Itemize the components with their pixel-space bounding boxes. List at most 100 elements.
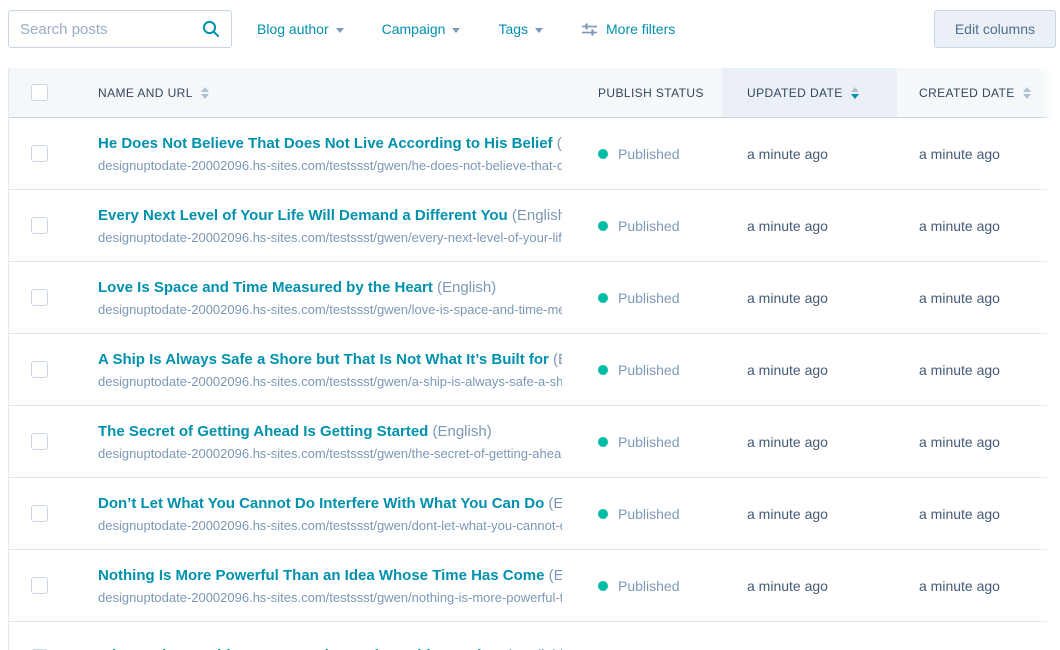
post-title-link[interactable]: Every Next Level of Your Life Will Deman… <box>98 207 508 224</box>
row-checkbox[interactable] <box>31 361 48 378</box>
updated-date-cell: a minute ago <box>722 362 897 378</box>
publish-status-label: Published <box>618 362 680 378</box>
column-header-publish-status: PUBLISH STATUS <box>576 68 722 117</box>
blog-posts-page: Blog author Campaign Tags <box>0 0 1060 650</box>
created-date-cell: a minute ago <box>897 218 1053 234</box>
publish-status-cell: Published <box>576 290 722 306</box>
publish-status-cell: Published <box>576 362 722 378</box>
table-row: Who Looks Outside, Dreams, Who Looks Ins… <box>9 622 1051 650</box>
row-checkbox[interactable] <box>31 217 48 234</box>
row-checkbox[interactable] <box>31 433 48 450</box>
post-language-label: (Eng... <box>549 351 562 368</box>
publish-status-cell: Published <box>576 146 722 162</box>
post-url: designuptodate-20002096.hs-sites.com/tes… <box>98 373 562 390</box>
column-header-updated-date[interactable]: UPDATED DATE <box>722 68 897 117</box>
table-row: Every Next Level of Your Life Will Deman… <box>9 190 1051 262</box>
chevron-down-icon <box>336 28 344 33</box>
chevron-down-icon <box>535 28 543 33</box>
campaign-label: Campaign <box>382 21 446 37</box>
campaign-dropdown[interactable]: Campaign <box>382 21 461 37</box>
post-language-label: (En... <box>544 567 562 584</box>
created-date-cell: a minute ago <box>897 434 1053 450</box>
post-url: designuptodate-20002096.hs-sites.com/tes… <box>98 301 562 318</box>
sort-arrows-icon[interactable] <box>851 87 859 99</box>
tags-dropdown[interactable]: Tags <box>498 21 543 37</box>
publish-status-label: Published <box>618 146 680 162</box>
column-header-label: CREATED DATE <box>919 86 1015 100</box>
row-checkbox-cell <box>9 361 73 378</box>
sort-arrows-icon[interactable] <box>201 87 209 99</box>
search-icon[interactable] <box>202 20 231 38</box>
post-title-link[interactable]: The Secret of Getting Ahead Is Getting S… <box>98 423 428 440</box>
name-url-cell: The Secret of Getting Ahead Is Getting S… <box>73 422 576 462</box>
created-date-cell: a minute ago <box>897 578 1053 594</box>
row-checkbox-cell <box>9 505 73 522</box>
column-header-label: PUBLISH STATUS <box>598 86 704 100</box>
post-url: designuptodate-20002096.hs-sites.com/tes… <box>98 157 562 174</box>
tags-label: Tags <box>498 21 528 37</box>
row-checkbox-cell <box>9 433 73 450</box>
publish-status-cell: Published <box>576 578 722 594</box>
publish-status-cell: Published <box>576 218 722 234</box>
post-title-link[interactable]: Nothing Is More Powerful Than an Idea Wh… <box>98 567 544 584</box>
created-date-cell: a minute ago <box>897 506 1053 522</box>
table-body: He Does Not Believe That Does Not Live A… <box>9 118 1051 650</box>
row-checkbox-cell <box>9 217 73 234</box>
post-language-label: (English) <box>508 207 562 224</box>
updated-date-cell: a minute ago <box>722 218 897 234</box>
post-language-label: (English) <box>428 423 491 440</box>
post-title-link[interactable]: Don’t Let What You Cannot Do Interfere W… <box>98 495 544 512</box>
column-header-created-date[interactable]: CREATED DATE <box>897 68 1053 117</box>
publish-status-label: Published <box>618 434 680 450</box>
table-row: Nothing Is More Powerful Than an Idea Wh… <box>9 550 1051 622</box>
edit-columns-button[interactable]: Edit columns <box>934 10 1056 48</box>
publish-status-cell: Published <box>576 506 722 522</box>
row-checkbox[interactable] <box>31 577 48 594</box>
blog-author-dropdown[interactable]: Blog author <box>257 21 344 37</box>
updated-date-cell: a minute ago <box>722 146 897 162</box>
row-checkbox[interactable] <box>31 505 48 522</box>
column-header-name-url[interactable]: NAME AND URL <box>73 68 576 117</box>
updated-date-cell: a minute ago <box>722 578 897 594</box>
publish-status-cell: Published <box>576 434 722 450</box>
published-dot-icon <box>598 149 608 159</box>
post-url: designuptodate-20002096.hs-sites.com/tes… <box>98 517 562 534</box>
search-input[interactable] <box>9 21 202 38</box>
publish-status-label: Published <box>618 218 680 234</box>
more-filters-button[interactable]: More filters <box>581 21 675 37</box>
publish-status-label: Published <box>618 578 680 594</box>
sort-arrows-icon[interactable] <box>1023 87 1031 99</box>
filter-toolbar: Blog author Campaign Tags <box>0 0 1060 58</box>
name-url-cell: Don’t Let What You Cannot Do Interfere W… <box>73 494 576 534</box>
column-header-label: UPDATED DATE <box>747 86 843 100</box>
table-row: He Does Not Believe That Does Not Live A… <box>9 118 1051 190</box>
more-filters-label: More filters <box>606 21 675 37</box>
updated-date-cell: a minute ago <box>722 290 897 306</box>
post-language-label: (En... <box>553 135 562 152</box>
table-header-row: NAME AND URL PUBLISH STATUS UPDATED DATE… <box>9 68 1051 118</box>
table-row: A Ship Is Always Safe a Shore but That I… <box>9 334 1051 406</box>
updated-date-cell: a minute ago <box>722 506 897 522</box>
publish-status-label: Published <box>618 506 680 522</box>
post-title-link[interactable]: A Ship Is Always Safe a Shore but That I… <box>98 351 549 368</box>
published-dot-icon <box>598 581 608 591</box>
filter-dropdowns: Blog author Campaign Tags <box>257 21 675 37</box>
name-url-cell: He Does Not Believe That Does Not Live A… <box>73 134 576 174</box>
post-language-label: (En... <box>544 495 562 512</box>
search-box <box>8 10 232 48</box>
post-title-link[interactable]: He Does Not Believe That Does Not Live A… <box>98 135 553 152</box>
select-all-cell <box>9 68 73 117</box>
post-language-label: (English) <box>433 279 496 296</box>
updated-date-cell: a minute ago <box>722 434 897 450</box>
published-dot-icon <box>598 293 608 303</box>
blog-author-label: Blog author <box>257 21 329 37</box>
published-dot-icon <box>598 221 608 231</box>
name-url-cell: Love Is Space and Time Measured by the H… <box>73 278 576 318</box>
post-url: designuptodate-20002096.hs-sites.com/tes… <box>98 445 562 462</box>
select-all-checkbox[interactable] <box>31 84 48 101</box>
post-title-link[interactable]: Love Is Space and Time Measured by the H… <box>98 279 433 296</box>
row-checkbox[interactable] <box>31 145 48 162</box>
row-checkbox[interactable] <box>31 289 48 306</box>
post-url: designuptodate-20002096.hs-sites.com/tes… <box>98 589 562 606</box>
published-dot-icon <box>598 365 608 375</box>
